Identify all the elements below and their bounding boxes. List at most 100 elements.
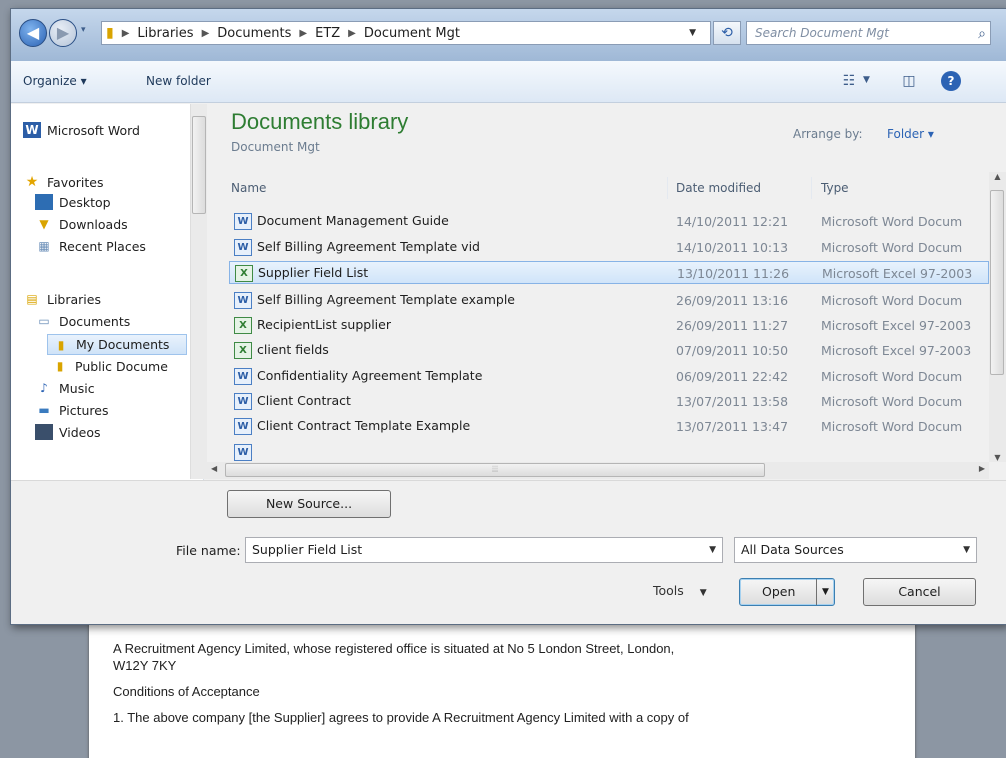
nav-label: Downloads (59, 216, 128, 232)
file-row[interactable]: X RecipientList supplier 26/09/2011 11:2… (229, 314, 989, 337)
file-date: 13/07/2011 13:47 (676, 419, 789, 434)
file-name: Document Management Guide (257, 213, 449, 228)
nav-item-libraries[interactable]: ▤ Libraries (23, 291, 101, 307)
organize-menu[interactable]: Organize ▾ (23, 74, 87, 88)
document-text-line-3: Conditions of Acceptance (113, 684, 260, 699)
file-name-input[interactable]: Supplier Field List ▼ (245, 537, 723, 563)
file-row[interactable]: W Confidentiality Agreement Template 06/… (229, 365, 989, 388)
scroll-left-icon[interactable]: ◀ (211, 464, 217, 473)
nav-item-pictures[interactable]: ▬ Pictures (35, 402, 109, 418)
file-date: 26/09/2011 13:16 (676, 293, 789, 308)
file-type: Microsoft Word Docum (821, 419, 963, 434)
navigation-scrollbar[interactable] (190, 104, 207, 479)
word-document-icon: W (234, 239, 252, 256)
scrollbar-thumb[interactable] (990, 190, 1004, 375)
breadcrumb-separator-icon: ▶ (348, 27, 356, 39)
folder-icon: ▮ (57, 337, 65, 352)
file-type-filter-select[interactable]: All Data Sources ▼ (734, 537, 977, 563)
column-header-type[interactable]: Type (821, 181, 849, 195)
nav-item-favorites[interactable]: ★ Favorites (23, 174, 104, 190)
nav-item-music[interactable]: ♪ Music (35, 380, 94, 396)
scrollbar-thumb[interactable] (192, 116, 206, 214)
file-date: 26/09/2011 11:27 (676, 318, 789, 333)
dialog-footer: New Source... File name: Supplier Field … (11, 480, 1006, 624)
breadcrumb-libraries[interactable]: Libraries (137, 26, 193, 41)
breadcrumb-etz[interactable]: ETZ (315, 26, 340, 41)
tools-menu[interactable]: Tools ▼ (653, 583, 707, 598)
nav-item-public-documents[interactable]: ▮ Public Docume (51, 358, 168, 374)
scroll-up-icon[interactable]: ▲ (989, 172, 1006, 181)
folder-icon: ▮ (106, 25, 114, 41)
file-row[interactable]: W Self Billing Agreement Template vid 14… (229, 236, 989, 259)
file-list-horizontal-scrollbar[interactable]: ◀ ⦙⦙⦙ ▶ (207, 462, 989, 479)
word-document-icon: W (234, 213, 252, 230)
arrange-by-dropdown[interactable]: Folder ▾ (887, 127, 934, 141)
documents-icon: ▭ (38, 314, 50, 328)
file-name: RecipientList supplier (257, 317, 391, 332)
word-document-icon: W (234, 393, 252, 410)
address-bar[interactable]: ▮ ▶ Libraries ▶ Documents ▶ ETZ ▶ Docume… (101, 21, 711, 45)
file-row-partial[interactable]: W (229, 441, 989, 461)
file-type: Microsoft Excel 97-2003 (821, 318, 972, 333)
file-date: 13/07/2011 13:58 (676, 394, 789, 409)
file-type: Microsoft Word Docum (821, 240, 963, 255)
nav-item-downloads[interactable]: ▼ Downloads (35, 216, 128, 232)
file-date: 07/09/2011 10:50 (676, 343, 789, 358)
scroll-right-icon[interactable]: ▶ (979, 464, 985, 473)
file-row[interactable]: W Self Billing Agreement Template exampl… (229, 289, 989, 312)
scrollbar-thumb[interactable]: ⦙⦙⦙ (225, 463, 765, 477)
open-button[interactable]: Open ▼ (739, 578, 835, 606)
column-header-date-modified[interactable]: Date modified (676, 181, 761, 195)
pictures-icon: ▬ (38, 403, 50, 417)
filter-dropdown-icon[interactable]: ▼ (963, 538, 970, 562)
nav-item-desktop[interactable]: Desktop (35, 194, 111, 210)
file-row[interactable]: W Client Contract Template Example 13/07… (229, 415, 989, 438)
nav-item-recent-places[interactable]: ▦ Recent Places (35, 238, 146, 254)
search-input[interactable]: Search Document Mgt ⌕ (746, 21, 991, 45)
file-row[interactable]: W Document Management Guide 14/10/2011 1… (229, 210, 989, 233)
refresh-button[interactable]: ⟲ (713, 21, 741, 45)
navigation-pane: W Microsoft Word ★ Favorites Desktop ▼ D… (11, 104, 204, 480)
forward-button[interactable]: ▶ (49, 19, 77, 47)
column-separator[interactable] (811, 177, 812, 199)
file-type: Microsoft Excel 97-2003 (821, 343, 972, 358)
file-list-vertical-scrollbar[interactable]: ▲ ▼ (989, 172, 1006, 462)
file-row-selected[interactable]: X Supplier Field List 13/10/2011 11:26 M… (229, 261, 989, 284)
libraries-icon: ▤ (26, 292, 38, 306)
recent-pages-dropdown-icon[interactable]: ▾ (81, 25, 86, 35)
nav-item-microsoft-word[interactable]: W Microsoft Word (23, 122, 140, 138)
back-button[interactable]: ◀ (19, 19, 47, 47)
nav-item-videos[interactable]: Videos (35, 424, 101, 440)
nav-item-my-documents[interactable]: ▮ My Documents (47, 334, 187, 355)
view-dropdown-icon[interactable]: ▼ (863, 75, 870, 85)
help-icon[interactable]: ? (941, 71, 961, 91)
file-date: 13/10/2011 11:26 (677, 266, 790, 281)
tools-dropdown-icon: ▼ (699, 588, 707, 598)
column-header-name[interactable]: Name (231, 181, 266, 195)
filter-value: All Data Sources (741, 542, 844, 557)
nav-label: Recent Places (59, 238, 146, 254)
new-source-button[interactable]: New Source... (227, 490, 391, 518)
nav-label: Documents (59, 313, 131, 329)
file-row[interactable]: W Client Contract 13/07/2011 13:58 Micro… (229, 390, 989, 413)
scroll-down-icon[interactable]: ▼ (989, 453, 1006, 462)
cancel-button[interactable]: Cancel (863, 578, 976, 606)
view-options-icon[interactable]: ☷ (837, 71, 861, 91)
preview-pane-icon[interactable]: ◫ (897, 71, 921, 91)
breadcrumb-document-mgt[interactable]: Document Mgt (364, 26, 460, 41)
file-name: client fields (257, 342, 329, 357)
desktop-icon (35, 194, 53, 210)
nav-label: Pictures (59, 402, 109, 418)
nav-item-documents[interactable]: ▭ Documents (35, 313, 130, 329)
new-folder-button[interactable]: New folder (146, 74, 211, 88)
file-row[interactable]: X client fields 07/09/2011 10:50 Microso… (229, 339, 989, 362)
word-document-icon: W (234, 418, 252, 435)
refresh-icon: ⟲ (721, 25, 733, 41)
file-name: Confidentiality Agreement Template (257, 368, 483, 383)
open-dropdown-icon[interactable]: ▼ (816, 579, 834, 605)
column-separator[interactable] (667, 177, 668, 199)
downloads-icon: ▼ (39, 217, 49, 231)
address-dropdown-icon[interactable]: ▼ (689, 28, 696, 38)
file-name-dropdown-icon[interactable]: ▼ (709, 538, 716, 562)
breadcrumb-documents[interactable]: Documents (217, 26, 291, 41)
